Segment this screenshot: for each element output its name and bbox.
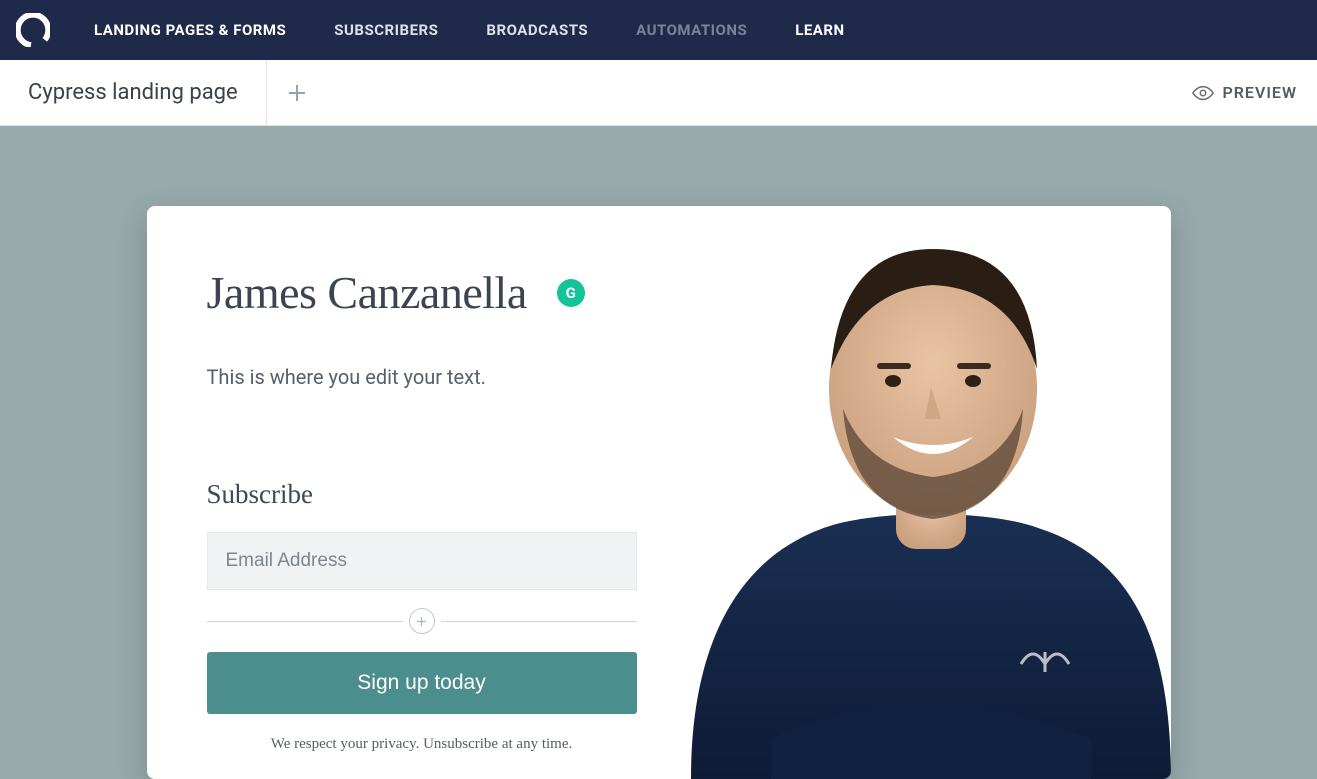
add-field-button[interactable]	[409, 608, 435, 634]
email-field[interactable]	[207, 532, 637, 590]
divider-line	[207, 621, 403, 622]
add-field-divider	[207, 608, 637, 634]
nav-automations[interactable]: AUTOMATIONS	[612, 21, 771, 39]
nav-landing-pages[interactable]: LANDING PAGES & FORMS	[70, 21, 310, 39]
plus-circle-icon	[415, 615, 428, 628]
subtext[interactable]: This is where you edit your text.	[207, 365, 677, 389]
divider-line	[441, 621, 637, 622]
editor-canvas: James Canzanella G This is where you edi…	[0, 126, 1317, 779]
nav-subscribers[interactable]: SUBSCRIBERS	[310, 21, 462, 39]
preview-label: PREVIEW	[1222, 83, 1297, 102]
editor-subbar: Cypress landing page PREVIEW	[0, 60, 1317, 126]
privacy-text[interactable]: We respect your privacy. Unsubscribe at …	[207, 736, 637, 753]
headline-text[interactable]: James Canzanella	[207, 266, 527, 319]
add-page-button[interactable]	[267, 60, 327, 125]
plus-icon	[287, 83, 307, 103]
landing-card: James Canzanella G This is where you edi…	[147, 206, 1171, 779]
page-name[interactable]: Cypress landing page	[0, 60, 267, 125]
top-nav: LANDING PAGES & FORMS SUBSCRIBERS BROADC…	[0, 0, 1317, 60]
preview-button[interactable]: PREVIEW	[1192, 82, 1317, 104]
subscribe-title[interactable]: Subscribe	[207, 479, 677, 510]
subscribe-form: Subscribe Sign up today We respect your …	[207, 479, 677, 753]
nav-broadcasts[interactable]: BROADCASTS	[462, 21, 612, 39]
grammarly-icon[interactable]: G	[557, 279, 585, 307]
signup-button[interactable]: Sign up today	[207, 652, 637, 714]
hero-photo	[671, 219, 1171, 779]
nav-learn[interactable]: LEARN	[771, 21, 868, 39]
brand-logo-icon	[16, 13, 50, 47]
eye-icon	[1192, 82, 1214, 104]
